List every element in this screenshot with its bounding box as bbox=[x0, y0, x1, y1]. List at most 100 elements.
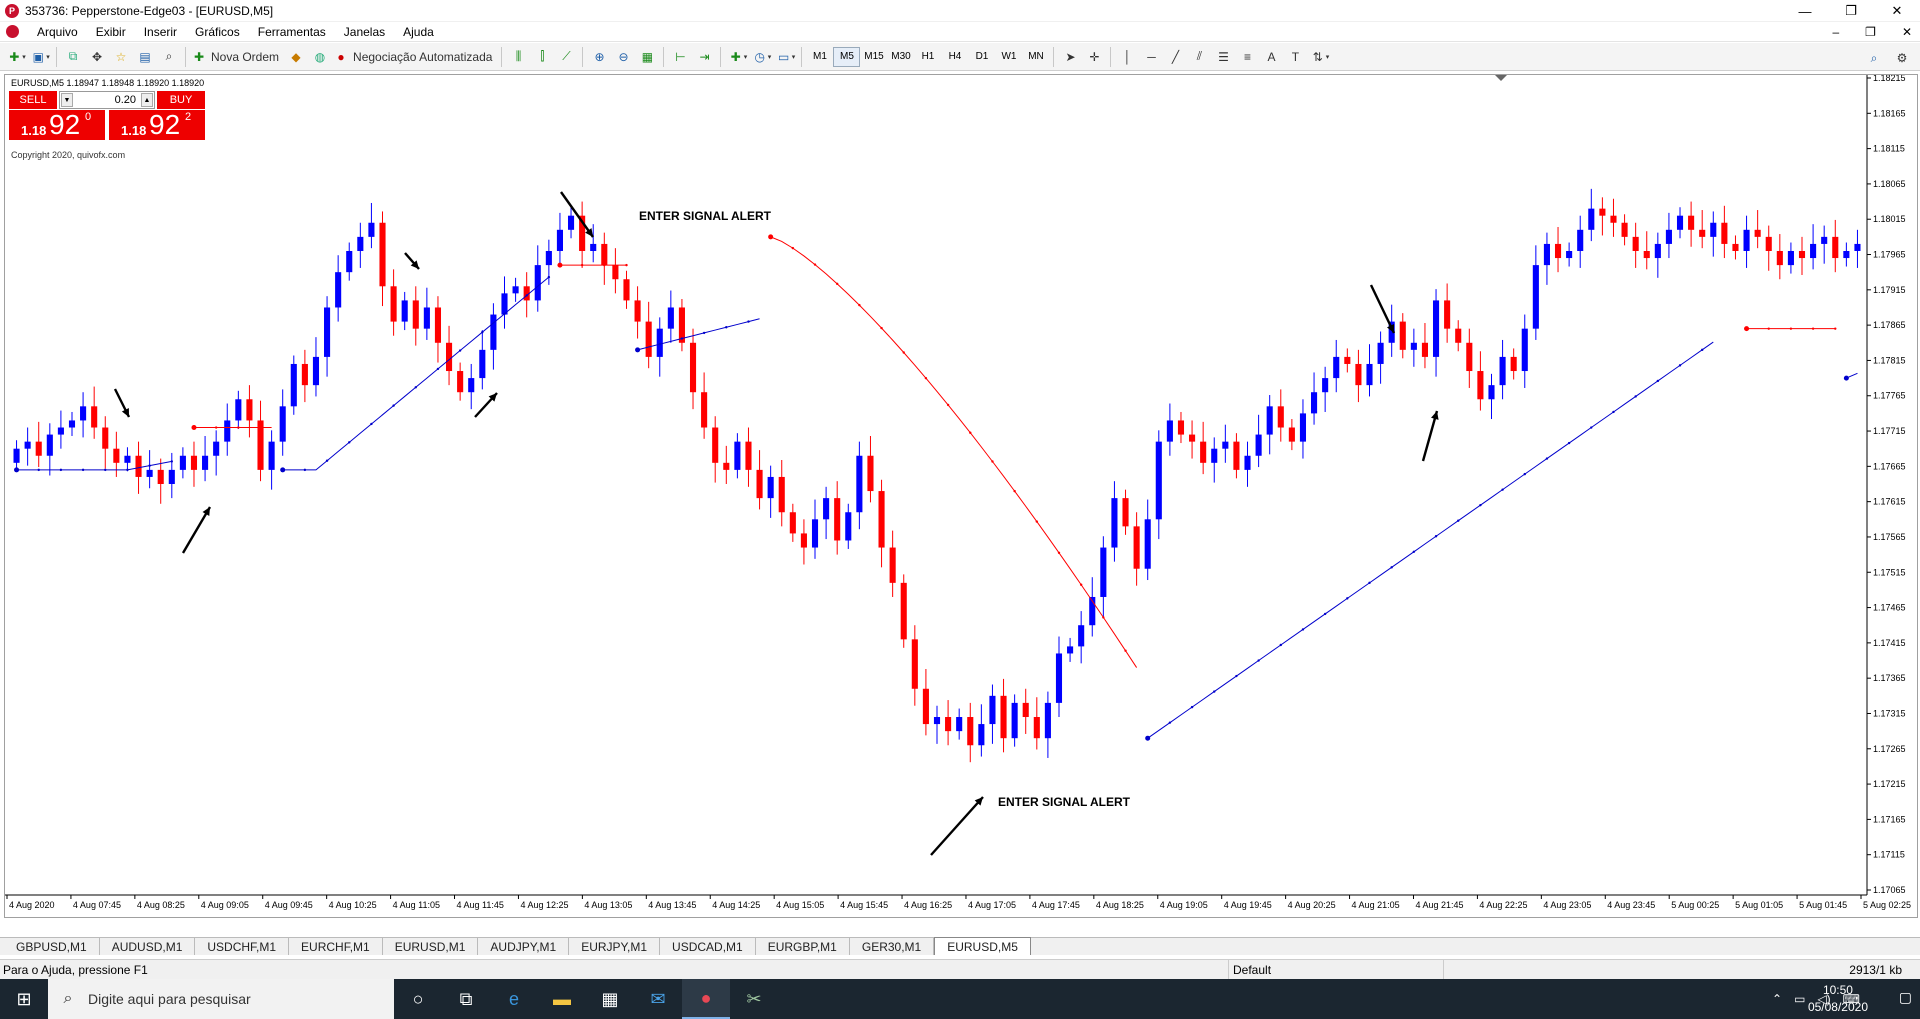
candle-body bbox=[335, 272, 342, 308]
taskbar-search[interactable]: ⌕ Digite aqui para pesquisar bbox=[48, 979, 394, 1019]
text-label-button[interactable]: T bbox=[1284, 46, 1306, 68]
zoom-out-button[interactable]: ⊖ bbox=[612, 46, 634, 68]
file-explorer-icon[interactable]: ▬ bbox=[538, 979, 586, 1019]
pepperstone-mt4-icon[interactable]: ● bbox=[682, 979, 730, 1019]
text-button[interactable]: A bbox=[1260, 46, 1282, 68]
edge-browser-icon[interactable]: e bbox=[490, 979, 538, 1019]
profile-name[interactable]: Default bbox=[1228, 959, 1271, 980]
sell-price[interactable]: 1.18 92 0 bbox=[9, 109, 105, 140]
profiles-button[interactable]: ▣ ▾ bbox=[29, 46, 51, 68]
channel-button[interactable]: ⫽ bbox=[1188, 46, 1210, 68]
tf-w1-button[interactable]: W1 bbox=[995, 47, 1022, 67]
metaeditor-button[interactable]: ◆ bbox=[285, 46, 307, 68]
vertical-line-button[interactable]: │ bbox=[1116, 46, 1138, 68]
tab-gbpusd-m1[interactable]: GBPUSD,M1 bbox=[4, 938, 100, 955]
menu-exibir[interactable]: Exibir bbox=[87, 25, 135, 39]
periods-button[interactable]: ◷ ▾ bbox=[750, 46, 772, 68]
volume-up-icon[interactable]: ▲ bbox=[141, 93, 153, 107]
time-tick-label: 4 Aug 21:05 bbox=[1352, 900, 1400, 910]
mail-icon[interactable]: ✉ bbox=[634, 979, 682, 1019]
cortana-icon[interactable]: ○ bbox=[394, 979, 442, 1019]
fibo-button[interactable]: ☰ bbox=[1212, 46, 1234, 68]
chart-window[interactable]: 1.18215 1.18165 1.18115 1.18065 1.18015 1.179… bbox=[4, 74, 1918, 918]
blue-trailing-stop-dot bbox=[1368, 581, 1371, 585]
chevron-up-icon[interactable]: ⌃ bbox=[1772, 992, 1782, 1006]
tab-ger30-m1[interactable]: GER30,M1 bbox=[850, 938, 935, 955]
tab-eurchf-m1[interactable]: EURCHF,M1 bbox=[289, 938, 383, 955]
blue-trailing-stop-dot bbox=[436, 367, 440, 371]
menu-graficos[interactable]: Gráficos bbox=[186, 25, 249, 39]
snipping-tool-icon[interactable]: ✂ bbox=[730, 979, 778, 1019]
menu-ajuda[interactable]: Ajuda bbox=[394, 25, 443, 39]
data-window-button[interactable]: ✥ bbox=[86, 46, 108, 68]
settings-button[interactable]: ⚙ bbox=[1891, 47, 1913, 69]
tab-eurusd-m5[interactable]: EURUSD,M5 bbox=[934, 937, 1031, 955]
maximize-button[interactable]: ❐ bbox=[1828, 0, 1874, 22]
menu-arquivo[interactable]: Arquivo bbox=[28, 25, 87, 39]
navigator-button[interactable]: ☆ bbox=[110, 46, 132, 68]
autoscroll-button[interactable]: ⇥ bbox=[693, 46, 715, 68]
tf-h1-button[interactable]: H1 bbox=[914, 47, 941, 67]
cursor-button[interactable]: ➤ bbox=[1059, 46, 1081, 68]
menu-janelas[interactable]: Janelas bbox=[335, 25, 394, 39]
menu-ferramentas[interactable]: Ferramentas bbox=[249, 25, 335, 39]
tab-audjpy-m1[interactable]: AUDJPY,M1 bbox=[478, 938, 570, 955]
tab-eurjpy-m1[interactable]: EURJPY,M1 bbox=[569, 938, 661, 955]
search-button[interactable]: ⌕ bbox=[1863, 47, 1885, 69]
tf-m15-button[interactable]: M15 bbox=[860, 47, 887, 67]
trendline-button[interactable]: ╱ bbox=[1164, 46, 1186, 68]
system-clock[interactable]: 10:50 05/08/2020 bbox=[1808, 982, 1868, 1016]
terminal-button[interactable]: ▤ bbox=[134, 46, 156, 68]
blue-trailing-stop-dot bbox=[458, 349, 462, 352]
fibo-fan-button[interactable]: ≡ bbox=[1236, 46, 1258, 68]
tf-m1-button[interactable]: M1 bbox=[806, 47, 833, 67]
tf-m5-button[interactable]: M5 bbox=[833, 46, 861, 67]
tab-usdchf-m1[interactable]: USDCHF,M1 bbox=[195, 938, 290, 955]
task-view-icon[interactable]: ⧉ bbox=[442, 979, 490, 1019]
line-chart-button[interactable]: ⟋ bbox=[555, 46, 577, 68]
algo-trading-button[interactable]: ● Negociação Automatizada bbox=[333, 46, 496, 68]
price-chart[interactable]: 1.18215 1.18165 1.18115 1.18065 1.18015 1.179… bbox=[5, 75, 1917, 917]
candle-chart-button[interactable]: ⫿ bbox=[531, 46, 553, 68]
minimize-button[interactable]: — bbox=[1782, 0, 1828, 22]
tile-windows-button[interactable]: ▦ bbox=[636, 46, 658, 68]
store-icon[interactable]: ▦ bbox=[586, 979, 634, 1019]
crosshair-button[interactable]: ✛ bbox=[1083, 46, 1105, 68]
new-chart-button[interactable]: ✚ ▾ bbox=[5, 46, 27, 68]
red-trailing-stop-dot bbox=[603, 263, 606, 267]
arrows-button[interactable]: ⇅ ▾ bbox=[1308, 46, 1330, 68]
templates-button[interactable]: ▭ ▾ bbox=[774, 46, 796, 68]
tab-usdcad-m1[interactable]: USDCAD,M1 bbox=[660, 938, 756, 955]
strategy-tester-button[interactable]: ⌕ bbox=[158, 46, 180, 68]
tf-m30-button[interactable]: M30 bbox=[887, 47, 914, 67]
notification-icon[interactable]: ▢ bbox=[1899, 989, 1912, 1006]
community-button[interactable]: ◍ bbox=[309, 46, 331, 68]
tab-eurgbp-m1[interactable]: EURGBP,M1 bbox=[756, 938, 850, 955]
windows-start-icon[interactable]: ⊞ bbox=[0, 979, 48, 1019]
time-tick-label: 5 Aug 02:25 bbox=[1863, 900, 1911, 910]
close-button[interactable]: ✕ bbox=[1874, 0, 1920, 22]
horizontal-line-button[interactable]: ─ bbox=[1140, 46, 1162, 68]
chart-minimize-button[interactable]: – bbox=[1832, 25, 1839, 39]
bar-chart-button[interactable]: ⫼ bbox=[507, 46, 529, 68]
zoom-in-button[interactable]: ⊕ bbox=[588, 46, 610, 68]
volume-down-icon[interactable]: ▼ bbox=[61, 93, 73, 107]
tab-audusd-m1[interactable]: AUDUSD,M1 bbox=[100, 938, 196, 955]
chart-window-icon[interactable] bbox=[6, 25, 19, 38]
network-icon[interactable]: ▭ bbox=[1794, 992, 1805, 1006]
new-order-button[interactable]: ✚ Nova Ordem bbox=[191, 46, 283, 68]
tab-eurusd-m1[interactable]: EURUSD,M1 bbox=[383, 938, 479, 955]
market-watch-button[interactable]: ⧉ bbox=[62, 46, 84, 68]
buy-button[interactable]: BUY bbox=[157, 91, 205, 109]
tf-mn-button[interactable]: MN bbox=[1022, 47, 1049, 67]
buy-price[interactable]: 1.18 92 2 bbox=[109, 109, 205, 140]
chart-shift-button[interactable]: ⊢ bbox=[669, 46, 691, 68]
connection-traffic[interactable]: 2913/1 kb bbox=[1849, 963, 1902, 977]
chart-close-button[interactable]: ✕ bbox=[1902, 25, 1912, 39]
tf-h4-button[interactable]: H4 bbox=[941, 47, 968, 67]
sell-button[interactable]: SELL bbox=[9, 91, 57, 109]
indicators-button[interactable]: ✚ ▾ bbox=[726, 46, 748, 68]
tf-d1-button[interactable]: D1 bbox=[968, 47, 995, 67]
menu-inserir[interactable]: Inserir bbox=[135, 25, 186, 39]
chart-restore-button[interactable]: ❐ bbox=[1865, 25, 1876, 39]
